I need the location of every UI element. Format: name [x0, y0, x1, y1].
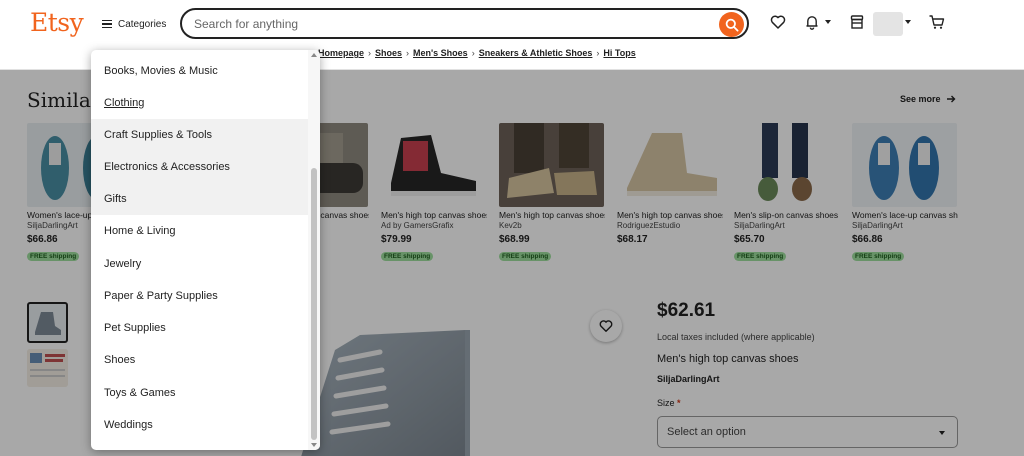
category-toys-games[interactable]: Toys & Games [91, 377, 308, 409]
search-input[interactable] [194, 17, 694, 31]
breadcrumb-sneakers[interactable]: Sneakers & Athletic Shoes [479, 48, 593, 58]
search-button[interactable] [719, 12, 744, 37]
category-jewelry[interactable]: Jewelry [91, 248, 308, 280]
breadcrumb-mens-shoes[interactable]: Men's Shoes [413, 48, 468, 58]
breadcrumb-homepage[interactable]: Homepage [318, 48, 364, 58]
breadcrumb-separator-icon: › [471, 48, 475, 58]
cart-icon[interactable] [928, 14, 945, 30]
category-paper-party[interactable]: Paper & Party Supplies [91, 280, 308, 312]
categories-button[interactable]: Categories [102, 15, 166, 33]
scrollbar-thumb[interactable] [311, 168, 317, 440]
dropdown-scrollbar[interactable] [308, 50, 320, 450]
scroll-up-arrow-icon[interactable] [311, 53, 317, 57]
breadcrumb-separator-icon: › [596, 48, 600, 58]
breadcrumb-shoes[interactable]: Shoes [375, 48, 402, 58]
menu-icon [102, 20, 112, 28]
avatar[interactable] [873, 12, 903, 36]
shop-icon[interactable] [849, 14, 865, 30]
category-books-movies-music[interactable]: Books, Movies & Music [91, 55, 308, 87]
scroll-down-arrow-icon[interactable] [311, 443, 317, 447]
category-pet-supplies[interactable]: Pet Supplies [91, 312, 308, 344]
etsy-logo[interactable]: Etsy [30, 8, 84, 37]
categories-dropdown: Books, Movies & Music Clothing Craft Sup… [91, 50, 320, 450]
breadcrumb-hi-tops[interactable]: Hi Tops [603, 48, 635, 58]
category-home-living[interactable]: Home & Living [91, 215, 308, 247]
search-icon [725, 18, 739, 32]
category-weddings[interactable]: Weddings [91, 409, 308, 441]
bell-icon[interactable] [804, 14, 820, 30]
notifications-chevron-down-icon[interactable] [825, 20, 831, 24]
breadcrumb: Homepage › Shoes › Men's Shoes › Sneakers & At… [318, 48, 636, 58]
category-gifts[interactable]: Gifts [91, 183, 308, 215]
heart-icon[interactable] [770, 14, 786, 30]
category-clothing[interactable]: Clothing [91, 87, 308, 119]
search-bar [180, 8, 749, 39]
category-craft-supplies[interactable]: Craft Supplies & Tools [91, 119, 308, 151]
breadcrumb-separator-icon: › [368, 48, 372, 58]
categories-label: Categories [118, 18, 167, 30]
breadcrumb-separator-icon: › [406, 48, 410, 58]
account-chevron-down-icon[interactable] [905, 20, 911, 24]
category-electronics[interactable]: Electronics & Accessories [91, 151, 308, 183]
category-shoes[interactable]: Shoes [91, 344, 308, 376]
